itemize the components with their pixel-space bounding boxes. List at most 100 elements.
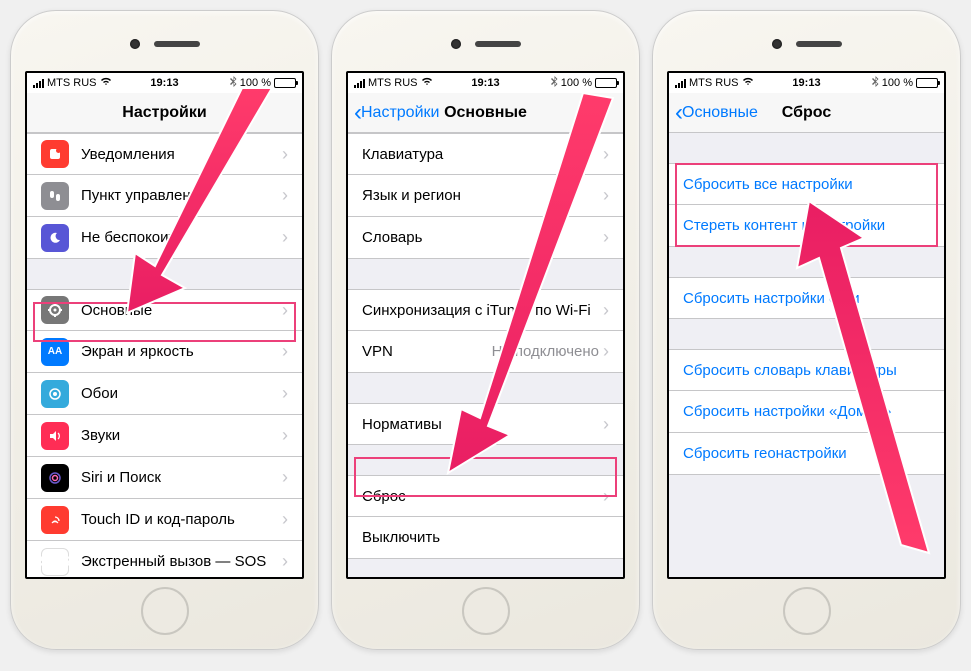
signal-icon <box>354 79 365 88</box>
screen-2: MTS RUS 19:13 100 % ‹ Настройки Основные <box>346 71 625 579</box>
settings-item-touchid[interactable]: Touch ID и код-пароль › <box>27 499 302 541</box>
cell-label: Сбросить все настройки <box>683 176 930 193</box>
status-bar: MTS RUS 19:13 100 % <box>348 73 623 93</box>
settings-item-control-center[interactable]: Пункт управления › <box>27 175 302 217</box>
battery-icon <box>916 78 938 88</box>
chevron-right-icon: › <box>603 300 609 321</box>
cell-label: Обои <box>81 385 282 402</box>
nav-bar: ‹ Основные Сброс <box>669 93 944 133</box>
bluetooth-icon <box>551 76 558 90</box>
erase-all-content[interactable]: Стереть контент и настройки <box>669 205 944 247</box>
battery-icon <box>595 78 617 88</box>
settings-item-do-not-disturb[interactable]: Не беспокоить › <box>27 217 302 259</box>
cell-label: Touch ID и код-пароль <box>81 511 282 528</box>
cell-label: Пункт управления <box>81 187 282 204</box>
cell-label: Уведомления <box>81 146 282 163</box>
status-bar: MTS RUS 19:13 100 % <box>27 73 302 93</box>
phone-speaker <box>451 39 521 49</box>
chevron-right-icon: › <box>282 383 288 404</box>
nav-bar: ‹ Настройки Основные <box>348 93 623 133</box>
reset-home-layout[interactable]: Сбросить настройки «Домой» <box>669 391 944 433</box>
clock: 19:13 <box>792 77 820 89</box>
settings-item-wallpaper[interactable]: Обои › <box>27 373 302 415</box>
carrier-label: MTS RUS <box>689 77 739 89</box>
reset-network-settings[interactable]: Сбросить настройки сети <box>669 277 944 319</box>
phone-frame-2: MTS RUS 19:13 100 % ‹ Настройки Основные <box>331 10 640 650</box>
cell-label: Siri и Поиск <box>81 469 282 486</box>
page-title: Сброс <box>782 104 831 122</box>
chevron-right-icon: › <box>282 185 288 206</box>
settings-item-keyboard[interactable]: Клавиатура › <box>348 133 623 175</box>
cell-label: Язык и регион <box>362 187 603 204</box>
wifi-icon <box>100 77 112 89</box>
nav-bar: Настройки <box>27 93 302 133</box>
chevron-right-icon: › <box>603 414 609 435</box>
chevron-right-icon: › <box>603 144 609 165</box>
signal-icon <box>675 79 686 88</box>
settings-item-language[interactable]: Язык и регион › <box>348 175 623 217</box>
siri-icon <box>41 464 69 492</box>
page-title: Настройки <box>122 104 206 122</box>
general-list[interactable]: Клавиатура › Язык и регион › Словарь › С… <box>348 133 623 577</box>
chevron-right-icon: › <box>282 341 288 362</box>
carrier-label: MTS RUS <box>368 77 418 89</box>
cell-label: Экстренный вызов — SOS <box>81 553 282 570</box>
sounds-icon <box>41 422 69 450</box>
settings-item-siri[interactable]: Siri и Поиск › <box>27 457 302 499</box>
sos-icon: SOS <box>41 548 69 576</box>
control-center-icon <box>41 182 69 210</box>
home-button[interactable] <box>783 587 831 635</box>
cell-label: Основные <box>81 302 282 319</box>
back-label: Настройки <box>361 104 439 122</box>
reset-all-settings[interactable]: Сбросить все настройки <box>669 163 944 205</box>
battery-icon <box>274 78 296 88</box>
clock: 19:13 <box>471 77 499 89</box>
cell-label: Сбросить словарь клавиатуры <box>683 362 930 379</box>
fingerprint-icon <box>41 506 69 534</box>
phone-speaker <box>772 39 842 49</box>
settings-item-notifications[interactable]: Уведомления › <box>27 133 302 175</box>
cell-label: Не беспокоить <box>81 229 282 246</box>
chevron-right-icon: › <box>282 467 288 488</box>
battery-pct: 100 % <box>561 77 592 89</box>
wifi-icon <box>421 77 433 89</box>
screen-1: MTS RUS 19:13 100 % Настройки <box>25 71 304 579</box>
clock: 19:13 <box>150 77 178 89</box>
wifi-icon <box>742 77 754 89</box>
home-button[interactable] <box>462 587 510 635</box>
settings-item-vpn[interactable]: VPN Не подключено › <box>348 331 623 373</box>
cell-label: Экран и яркость <box>81 343 282 360</box>
settings-item-sos[interactable]: SOS Экстренный вызов — SOS › <box>27 541 302 577</box>
battery-pct: 100 % <box>882 77 913 89</box>
cell-label: Сбросить геонастройки <box>683 445 930 462</box>
chevron-right-icon: › <box>603 227 609 248</box>
settings-item-itunes-sync[interactable]: Синхронизация с iTunes по Wi-Fi › <box>348 289 623 331</box>
carrier-label: MTS RUS <box>47 77 97 89</box>
settings-item-shutdown[interactable]: Выключить <box>348 517 623 559</box>
cell-label: Стереть контент и настройки <box>683 217 930 234</box>
settings-list[interactable]: Уведомления › Пункт управления › Не бесп… <box>27 133 302 577</box>
screen-3: MTS RUS 19:13 100 % ‹ Основные Сброс <box>667 71 946 579</box>
gear-icon <box>41 296 69 324</box>
settings-item-reset[interactable]: Сброс › <box>348 475 623 517</box>
settings-item-regulatory[interactable]: Нормативы › <box>348 403 623 445</box>
settings-item-dictionary[interactable]: Словарь › <box>348 217 623 259</box>
settings-item-general[interactable]: Основные › <box>27 289 302 331</box>
home-button[interactable] <box>141 587 189 635</box>
back-button[interactable]: ‹ Настройки <box>354 101 439 125</box>
reset-keyboard-dictionary[interactable]: Сбросить словарь клавиатуры <box>669 349 944 391</box>
cell-label: Сбросить настройки «Домой» <box>683 403 930 420</box>
cell-label: Сброс <box>362 488 603 505</box>
chevron-right-icon: › <box>603 341 609 362</box>
battery-pct: 100 % <box>240 77 271 89</box>
cell-label: Звуки <box>81 427 282 444</box>
settings-item-sounds[interactable]: Звуки › <box>27 415 302 457</box>
chevron-right-icon: › <box>282 227 288 248</box>
back-button[interactable]: ‹ Основные <box>675 101 758 125</box>
reset-list[interactable]: Сбросить все настройки Стереть контент и… <box>669 133 944 577</box>
chevron-right-icon: › <box>282 551 288 572</box>
settings-item-display[interactable]: AA Экран и яркость › <box>27 331 302 373</box>
cell-label: VPN <box>362 343 492 360</box>
status-bar: MTS RUS 19:13 100 % <box>669 73 944 93</box>
reset-location-privacy[interactable]: Сбросить геонастройки <box>669 433 944 475</box>
